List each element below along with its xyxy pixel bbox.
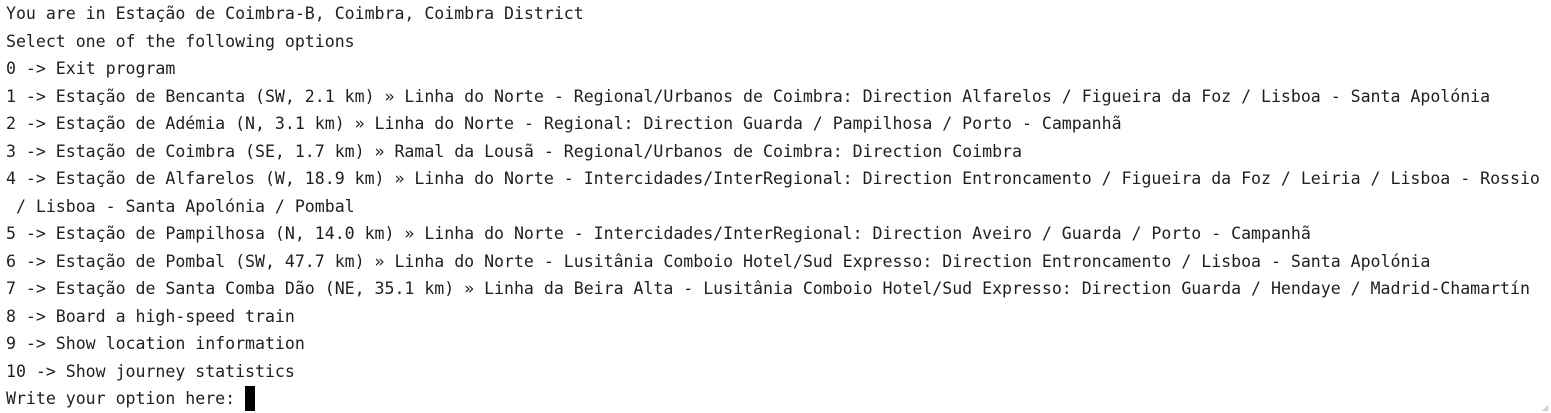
resize-grip-icon: ◢ xyxy=(1542,403,1549,412)
option-ademia: 2 -> Estação de Adémia (N, 3.1 km) » Lin… xyxy=(6,114,1122,133)
option-location-information: 9 -> Show location information xyxy=(6,334,305,353)
option-alfarelos-continued: / Lisboa - Santa Apolónia / Pombal xyxy=(6,196,355,216)
input-prompt-row[interactable]: Write your option here: xyxy=(6,385,1551,413)
option-pombal: 6 -> Estação de Pombal (SW, 47.7 km) » L… xyxy=(6,251,1431,271)
option-coimbra: 3 -> Estação de Coimbra (SE, 1.7 km) » R… xyxy=(6,141,1022,161)
option-alfarelos: 4 -> Estação de Alfarelos (W, 18.9 km) »… xyxy=(6,169,1540,188)
option-journey-statistics: 10 -> Show journey statistics xyxy=(6,361,295,381)
option-santa-comba-dao: 7 -> Estação de Santa Comba Dão (NE, 35.… xyxy=(6,279,1530,298)
option-pampilhosa: 5 -> Estação de Pampilhosa (N, 14.0 km) … xyxy=(6,224,1311,243)
text-cursor[interactable] xyxy=(245,386,256,412)
option-exit: 0 -> Exit program xyxy=(6,59,176,78)
location-line: You are in Estação de Coimbra-B, Coimbra… xyxy=(6,4,584,23)
input-prompt-label: Write your option here: xyxy=(6,389,236,408)
option-high-speed-train: 8 -> Board a high-speed train xyxy=(6,306,295,326)
select-instruction: Select one of the following options xyxy=(6,31,355,51)
terminal-output: You are in Estação de Coimbra-B, Coimbra… xyxy=(6,0,1551,413)
option-bencanta: 1 -> Estação de Bencanta (SW, 2.1 km) » … xyxy=(6,86,1491,106)
